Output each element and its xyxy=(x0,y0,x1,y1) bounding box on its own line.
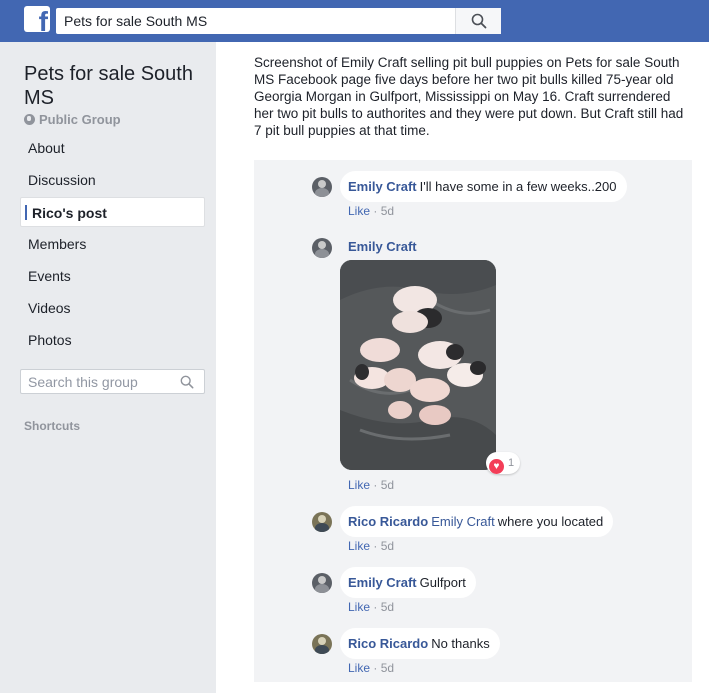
avatar[interactable] xyxy=(312,177,332,197)
shortcuts-heading: Shortcuts xyxy=(24,419,81,433)
reaction-badge[interactable]: ♥ 1 xyxy=(486,452,521,474)
group-search-input[interactable] xyxy=(21,370,171,393)
separator: · xyxy=(370,204,381,218)
like-link[interactable]: Like xyxy=(348,661,370,675)
group-sidebar: Pets for sale South MS Public Group Abou… xyxy=(0,42,216,693)
avatar[interactable] xyxy=(312,634,332,654)
comment-meta: Like · 5d xyxy=(348,478,394,492)
comments-panel: Emily Craft I'll have some in a few weeks… xyxy=(254,160,692,682)
comment-bubble: Emily Craft Gulfport xyxy=(340,567,476,598)
group-nav: About Discussion Rico's post Members Eve… xyxy=(20,132,205,356)
group-name[interactable]: Pets for sale South MS xyxy=(24,62,209,110)
like-link[interactable]: Like xyxy=(348,539,370,553)
comment-bubble: Rico Ricardo Emily Craft where you located xyxy=(340,506,614,537)
comment-text: where you located xyxy=(497,514,604,529)
puppies-photo-image xyxy=(340,260,496,470)
sidebar-item-discussion[interactable]: Discussion xyxy=(20,164,205,196)
comment-bubble: Emily Craft I'll have some in a few weeks… xyxy=(340,171,627,202)
comment-text: I'll have some in a few weeks..200 xyxy=(419,179,617,194)
like-link[interactable]: Like xyxy=(348,600,370,614)
sidebar-item-photos[interactable]: Photos xyxy=(20,324,205,356)
comment-timestamp[interactable]: 5d xyxy=(381,661,394,675)
search-icon xyxy=(471,13,487,29)
reaction-count: 1 xyxy=(508,457,515,469)
comment-text: No thanks xyxy=(431,636,490,651)
comment-timestamp[interactable]: 5d xyxy=(381,478,394,492)
search-button[interactable] xyxy=(455,8,501,34)
comment-mention[interactable]: Emily Craft xyxy=(431,514,495,529)
sidebar-item-label: Rico's post xyxy=(32,205,107,221)
sidebar-item-videos[interactable]: Videos xyxy=(20,292,205,324)
group-privacy-label: Public Group xyxy=(39,112,121,127)
comment-meta: Like · 5d xyxy=(348,539,394,553)
sidebar-item-events[interactable]: Events xyxy=(20,260,205,292)
sidebar-item-ricos-post[interactable]: Rico's post xyxy=(20,197,205,227)
comment-timestamp[interactable]: 5d xyxy=(381,539,394,553)
separator: · xyxy=(370,661,381,675)
separator: · xyxy=(370,600,381,614)
comment-timestamp[interactable]: 5d xyxy=(381,600,394,614)
comment-author[interactable]: Rico Ricardo xyxy=(348,514,428,529)
avatar[interactable] xyxy=(312,573,332,593)
screenshot-caption: Screenshot of Emily Craft selling pit bu… xyxy=(254,55,684,138)
comment-meta: Like · 5d xyxy=(348,600,394,614)
avatar[interactable] xyxy=(312,512,332,532)
sidebar-item-about[interactable]: About xyxy=(20,132,205,164)
puppies-photo[interactable] xyxy=(340,260,496,470)
facebook-logo[interactable]: f xyxy=(24,6,50,32)
search-box xyxy=(56,8,501,34)
search-input[interactable] xyxy=(56,8,456,34)
avatar[interactable] xyxy=(312,238,332,258)
search-icon[interactable] xyxy=(180,375,194,389)
globe-icon xyxy=(24,114,35,125)
group-privacy: Public Group xyxy=(24,112,121,127)
comment-meta: Like · 5d xyxy=(348,204,394,218)
group-search-box xyxy=(20,369,205,394)
like-link[interactable]: Like xyxy=(348,204,370,218)
separator: · xyxy=(370,539,381,553)
comment-meta: Like · 5d xyxy=(348,661,394,675)
like-link[interactable]: Like xyxy=(348,478,370,492)
separator: · xyxy=(370,478,381,492)
comment-author[interactable]: Rico Ricardo xyxy=(348,636,428,651)
comment-author[interactable]: Emily Craft xyxy=(348,575,417,590)
comment-author[interactable]: Emily Craft xyxy=(348,239,417,254)
comment-timestamp[interactable]: 5d xyxy=(381,204,394,218)
top-navigation-bar: f xyxy=(0,0,709,42)
heart-icon: ♥ xyxy=(489,459,504,474)
comment-bubble: Rico Ricardo No thanks xyxy=(340,628,500,659)
comment-author[interactable]: Emily Craft xyxy=(348,179,417,194)
comment-text: Gulfport xyxy=(419,575,466,590)
sidebar-item-members[interactable]: Members xyxy=(20,228,205,260)
